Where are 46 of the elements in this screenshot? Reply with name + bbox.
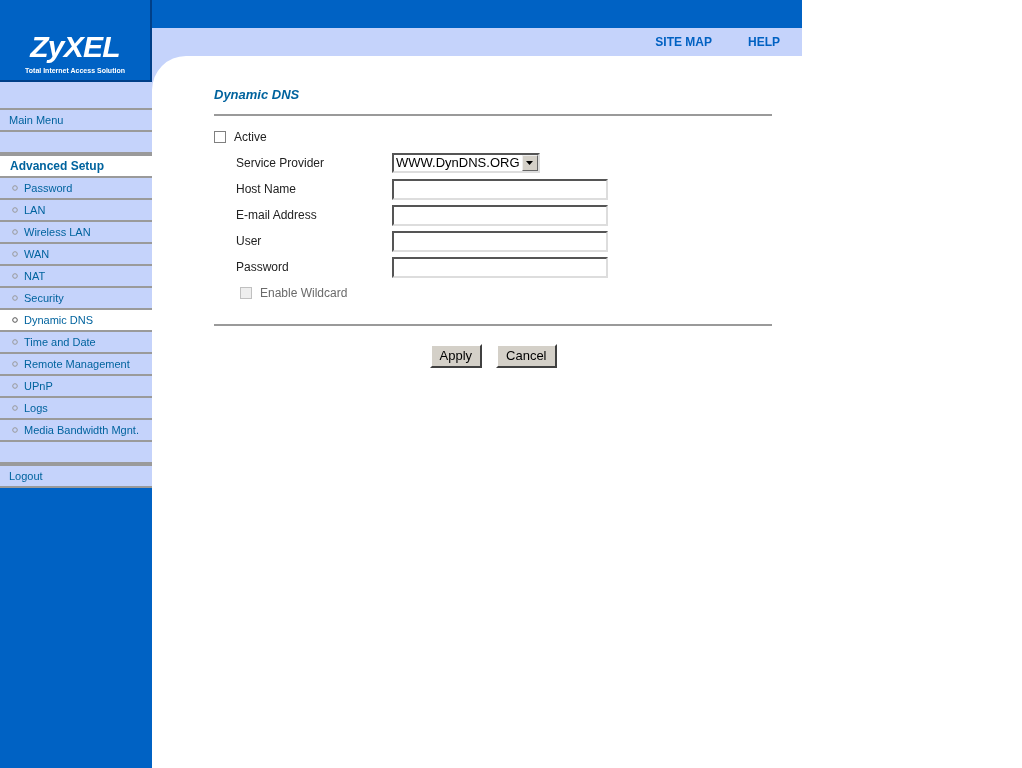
provider-dropdown[interactable]: WWW.DynDNS.ORG (392, 153, 540, 173)
sidebar-item[interactable]: Time and Date (0, 332, 152, 354)
sidebar-item[interactable]: WAN (0, 244, 152, 266)
sidebar-link[interactable]: Logout (0, 466, 152, 488)
page-title: Dynamic DNS (214, 87, 300, 102)
radio-dot-icon (12, 361, 18, 367)
input-field[interactable] (392, 178, 608, 200)
radio-dot-icon (12, 383, 18, 389)
field-label: E-mail Address (236, 207, 318, 224)
caret-icon (526, 161, 533, 165)
radio-dot-icon (12, 405, 18, 411)
sidebar-item[interactable]: Logs (0, 398, 152, 420)
sidebar-item[interactable]: UPnP (0, 376, 152, 398)
checkbox-label: Active (234, 129, 267, 146)
sidebar-item[interactable]: Password (0, 178, 152, 200)
checkbox[interactable] (214, 131, 226, 143)
sidebar-heading[interactable]: Advanced Setup (0, 156, 152, 178)
field-label: Host Name (236, 181, 298, 198)
sidebar-item[interactable]: Media Bandwidth Mgnt. (0, 420, 152, 442)
top-link[interactable]: HELP (748, 33, 780, 51)
checkbox-label: Enable Wildcard (260, 285, 348, 302)
radio-dot-icon (12, 427, 18, 433)
sidebar-item[interactable]: Remote Management (0, 354, 152, 376)
input-field[interactable] (392, 204, 608, 226)
radio-dot-icon (12, 339, 18, 345)
radio-dot-icon (12, 207, 18, 213)
form-button[interactable]: Apply (429, 344, 483, 368)
input-field[interactable] (392, 256, 608, 278)
radio-dot-icon (12, 229, 18, 235)
sidebar-item[interactable]: Security (0, 288, 152, 310)
sidebar-item[interactable]: NAT (0, 266, 152, 288)
radio-dot-icon (12, 317, 18, 323)
sidebar-item[interactable]: LAN (0, 200, 152, 222)
sidebar-item[interactable]: Dynamic DNS (0, 310, 152, 332)
radio-dot-icon (12, 185, 18, 191)
sidebar-item[interactable]: Wireless LAN (0, 222, 152, 244)
radio-dot-icon (12, 295, 18, 301)
radio-dot-icon (12, 251, 18, 257)
form-button[interactable]: Cancel (496, 344, 557, 368)
input-field[interactable] (392, 230, 608, 252)
top-link[interactable]: SITE MAP (655, 33, 712, 51)
field-label: Service Provider (236, 155, 326, 172)
field-label: User (236, 233, 263, 250)
sidebar-link[interactable]: Main Menu (0, 110, 152, 132)
field-label: Password (236, 259, 290, 276)
radio-dot-icon (12, 273, 18, 279)
